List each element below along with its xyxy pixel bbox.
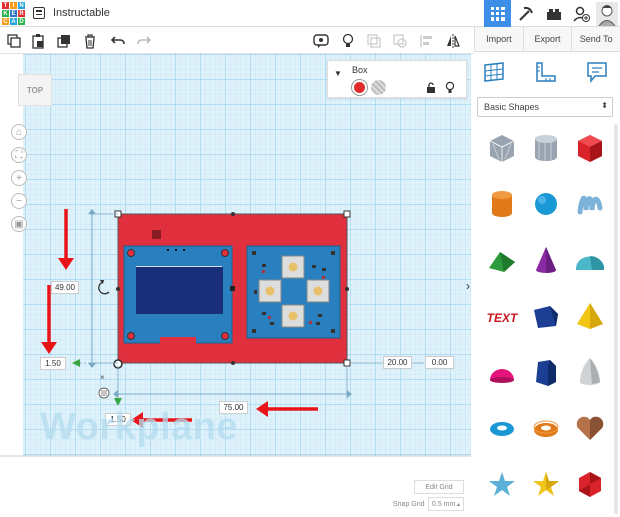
shape-cone[interactable] (526, 240, 566, 280)
notes-icon[interactable] (585, 60, 609, 84)
workplane-canvas[interactable]: × 49.00 1.50 75.00 1.50 20.00 0.00 Workp… (0, 54, 474, 517)
shape-paraboloid[interactable] (570, 352, 610, 392)
delete-icon[interactable] (80, 31, 100, 51)
solid-color-swatch[interactable] (352, 80, 367, 95)
shape-roof[interactable] (482, 240, 522, 280)
note-icon[interactable] (311, 31, 331, 51)
ortho-icon[interactable]: ▣ (11, 216, 27, 232)
right-offset-input[interactable]: 20.00 (383, 356, 412, 369)
duplicate-icon[interactable] (54, 31, 74, 51)
z-offset-input[interactable]: 0.00 (425, 356, 454, 369)
ruler-icon[interactable] (534, 60, 558, 84)
shape-star[interactable] (482, 464, 522, 504)
top-bar: TIN KER CAD Instructable (0, 0, 620, 27)
shape-library: TEXT (474, 122, 620, 517)
left-offset-input[interactable]: 1.50 (40, 357, 66, 370)
height-dimension-input[interactable]: 49.00 (51, 281, 79, 294)
pickaxe-icon[interactable] (512, 0, 539, 27)
collapse-inspector-icon[interactable]: ▼ (334, 69, 342, 78)
logo-letter: T (2, 2, 9, 9)
user-avatar[interactable] (594, 0, 620, 27)
export-button[interactable]: Export (522, 27, 572, 51)
svg-text:TEXT: TEXT (487, 311, 519, 325)
import-button[interactable]: Import (474, 27, 523, 51)
shape-inspector: ▼ Box (327, 60, 467, 98)
shape-name-label[interactable]: Box (352, 65, 368, 75)
light-bulb-visibility-icon[interactable] (445, 81, 455, 94)
shape-box-striped[interactable] (482, 128, 522, 168)
send-to-button[interactable]: Send To (571, 27, 620, 51)
shape-torus[interactable] (482, 408, 522, 448)
align-icon[interactable] (417, 31, 437, 51)
home-icon[interactable]: ⌂ (11, 124, 27, 140)
workplane-label: Workplane (40, 406, 239, 448)
logo-letter: K (2, 10, 9, 17)
logo-letter: E (10, 10, 17, 17)
select-arrow-icon: ⬍ (601, 101, 608, 110)
logo-letter: I (10, 2, 17, 9)
shape-polygon[interactable] (526, 296, 566, 336)
shape-heart[interactable] (570, 408, 610, 448)
paste-icon[interactable] (28, 31, 48, 51)
add-user-icon[interactable] (567, 0, 594, 27)
edit-toolbar (0, 27, 474, 54)
design-menu-icon[interactable] (33, 7, 45, 19)
hole-swatch[interactable] (371, 80, 386, 95)
shape-category-label: Basic Shapes (484, 102, 540, 112)
shape-tube[interactable] (526, 408, 566, 448)
shape-scribble[interactable] (570, 184, 610, 224)
collapse-panel-icon[interactable]: › (462, 276, 474, 296)
light-bulb-icon[interactable] (338, 31, 358, 51)
zoom-out-icon[interactable]: − (11, 193, 27, 209)
snap-grid-value: 0.5 mm (432, 500, 456, 508)
zoom-in-icon[interactable]: + (11, 170, 27, 186)
snap-grid-label: Snap Grid (393, 501, 425, 508)
logo-letter: A (10, 18, 17, 25)
shape-category-select[interactable]: Basic Shapes ⬍ (477, 97, 613, 117)
shape-half-sphere[interactable] (482, 352, 522, 392)
grid-view-icon[interactable] (484, 0, 511, 27)
undo-icon[interactable] (108, 31, 128, 51)
redo-icon[interactable] (134, 31, 154, 51)
logo-letter: R (18, 10, 25, 17)
fit-icon[interactable]: ⛶ (11, 147, 27, 163)
shape-pyramid[interactable] (570, 296, 610, 336)
group-icon[interactable] (364, 31, 384, 51)
logo-letter: N (18, 2, 25, 9)
logo-letter: C (2, 18, 9, 25)
lock-icon[interactable] (426, 82, 436, 93)
shape-polygon-prism[interactable] (526, 352, 566, 392)
svg-text:×: × (100, 373, 105, 382)
workplane-icon[interactable] (482, 60, 506, 84)
shape-star-gold[interactable] (526, 464, 566, 504)
design-title[interactable]: Instructable (53, 7, 110, 19)
shape-library-scrollbar[interactable] (614, 124, 618, 514)
shape-sphere[interactable] (526, 184, 566, 224)
shape-box[interactable] (570, 128, 610, 168)
snap-grid-select[interactable]: 0.5 mm ▴ (428, 497, 464, 511)
edit-grid-button[interactable]: Edit Grid (414, 480, 464, 494)
mirror-icon[interactable] (443, 31, 463, 51)
shape-cylinder[interactable] (482, 184, 522, 224)
tinkercad-logo[interactable]: TIN KER CAD (2, 2, 25, 25)
shape-text[interactable]: TEXT (482, 296, 522, 336)
shape-icosahedron[interactable] (570, 464, 610, 504)
shape-cylinder-striped[interactable] (526, 128, 566, 168)
panel-mode-bar (474, 52, 620, 92)
right-panel-tabs: Import Export Send To (474, 27, 620, 52)
shape-round-roof[interactable] (570, 240, 610, 280)
view-cube[interactable]: TOP (18, 74, 52, 106)
bricks-icon[interactable] (540, 0, 567, 27)
copy-icon[interactable] (4, 31, 24, 51)
logo-letter: D (18, 18, 25, 25)
ungroup-icon[interactable] (390, 31, 410, 51)
snap-grid-arrow-icon: ▴ (456, 501, 460, 508)
